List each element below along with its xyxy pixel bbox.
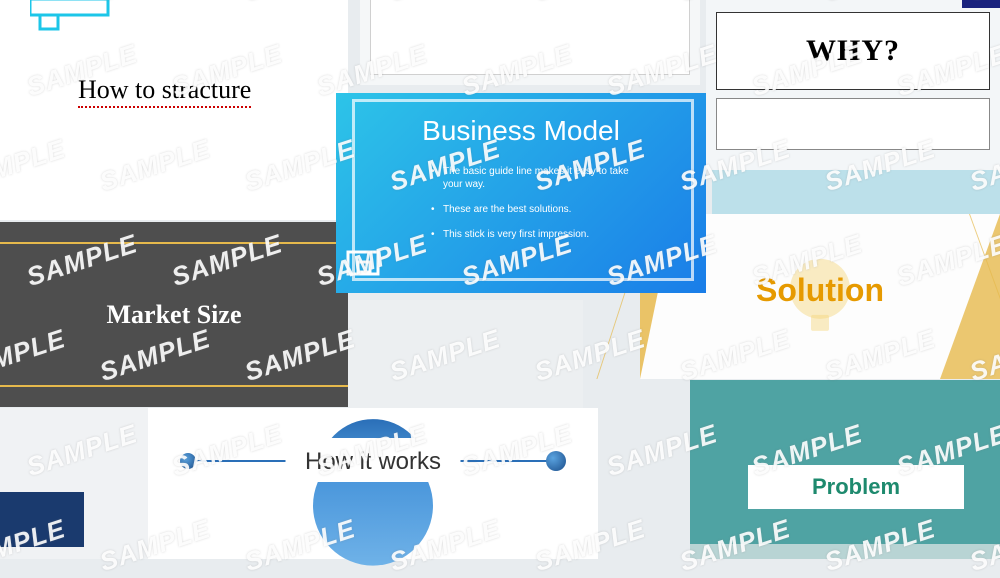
slide-gray-fill — [597, 380, 692, 559]
slide-structure: How to stracture — [0, 0, 348, 220]
gray-bottom-band — [0, 492, 84, 547]
slide-lightblue-strip — [712, 170, 1000, 215]
why-title: WHY? — [806, 34, 900, 68]
slide-gray-mid — [348, 300, 583, 410]
market-line-bottom — [0, 385, 348, 387]
slide-problem: Problem — [690, 380, 1000, 559]
slide-gray-top — [360, 0, 700, 85]
business-corner-icon — [346, 244, 386, 287]
slide-gray-bottom — [0, 408, 150, 559]
why-accent-bar — [962, 0, 1000, 8]
slide-market-size: Market Size — [0, 222, 348, 407]
business-bullet: The basic guide line makes it easy to ta… — [431, 165, 631, 191]
howworks-title: How it works — [148, 448, 598, 476]
business-bullet: These are the best solutions. — [431, 203, 631, 216]
problem-bottom-band — [690, 544, 1000, 559]
market-title: Market Size — [0, 300, 348, 330]
problem-title: Problem — [812, 474, 900, 500]
gray-top-inner — [370, 0, 690, 75]
structure-title: How to stracture — [78, 75, 251, 108]
problem-title-box: Problem — [748, 465, 964, 509]
corner-decoration-icon — [30, 0, 110, 37]
business-bullet: This stick is very first impression. — [431, 228, 631, 241]
why-content-box — [716, 98, 990, 150]
why-title-box: WHY? — [716, 12, 990, 90]
slide-business-model: Business Model The basic guide line make… — [336, 93, 706, 293]
market-line-top — [0, 242, 348, 244]
slide-why: WHY? — [706, 0, 1000, 170]
slide-how-it-works: How it works — [148, 408, 598, 559]
